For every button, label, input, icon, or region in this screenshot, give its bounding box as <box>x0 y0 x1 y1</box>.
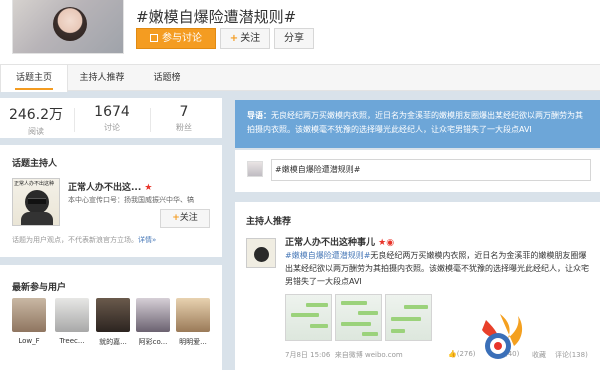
compose-input[interactable]: #嫩模自爆险遭潜规则# <box>271 159 591 181</box>
host-avatar[interactable]: 正常人办不出这种 <box>12 178 60 226</box>
topic-cover-image <box>12 0 124 54</box>
topic-hashtag-link[interactable]: #嫩模自爆险遭潜规则# <box>285 251 370 260</box>
like-count-value: (276) <box>456 350 476 358</box>
divider <box>74 108 75 132</box>
plus-icon: + <box>229 33 239 44</box>
follow-host-label: 关注 <box>179 213 198 223</box>
topic-header: #嫩模自爆险遭潜规则# 参与讨论 + 关注 分享 <box>0 0 600 64</box>
divider <box>150 108 151 132</box>
post-image-thumb[interactable] <box>285 294 332 341</box>
avatar <box>176 298 210 332</box>
tab-topic-home[interactable]: 话题主页 <box>0 65 68 92</box>
avatar <box>12 298 46 332</box>
tab-topic-ranking-label: 话题榜 <box>153 73 181 83</box>
stat-reads: 246.2万阅读 <box>6 104 66 137</box>
stat-reads-label: 阅读 <box>28 127 44 136</box>
comment-link[interactable]: 评论(138) <box>555 350 588 360</box>
avatar <box>247 161 263 177</box>
favorite-link[interactable]: 收藏 <box>532 350 546 360</box>
share-button[interactable]: 分享 <box>274 28 314 49</box>
like-icon: 👍 <box>448 350 457 358</box>
join-discussion-label: 参与讨论 <box>162 33 202 44</box>
host-avatar-caption: 正常人办不出这种 <box>14 181 55 187</box>
compose-area: #嫩模自爆险遭潜规则# <box>235 150 600 192</box>
join-discussion-button[interactable]: 参与讨论 <box>136 28 216 49</box>
user-name: 阿彩co... <box>138 338 168 346</box>
disclaimer-details-link[interactable]: 详情» <box>138 236 156 244</box>
tab-host-recommend[interactable]: 主持人推荐 <box>68 65 136 91</box>
avatar <box>96 298 130 332</box>
user-item[interactable]: 明明爱... <box>176 298 210 347</box>
user-name: 就的嘉... <box>99 338 127 346</box>
avatar <box>136 298 170 332</box>
post-image-thumb[interactable] <box>335 294 382 341</box>
host-avatar-body <box>21 212 53 225</box>
user-name: 明明爱... <box>179 338 207 346</box>
tab-topic-ranking[interactable]: 话题榜 <box>136 65 198 91</box>
post-meta: 7月8日 15:06 来自微博 weibo.com <box>285 350 403 360</box>
stat-fans: 7 粉丝 <box>154 104 214 133</box>
stat-reads-value: 246.2万 <box>8 107 64 123</box>
like-count[interactable]: 👍(276) <box>448 350 476 358</box>
avatar[interactable] <box>246 238 276 268</box>
topic-intro: 导语：无良经纪两万买嫩模内衣照，近日名为金溪菲的嫩模朋友圈爆出某经纪欲以两万酬劳… <box>235 100 600 148</box>
user-item[interactable]: Low_F <box>12 298 46 345</box>
tab-topic-home-label: 话题主页 <box>15 73 52 83</box>
avatar <box>55 298 89 332</box>
post-text: #嫩模自爆险遭潜规则#无良经纪两万买嫩模内衣照，近日名为金溪菲的嫩模朋友圈爆出某… <box>285 249 591 288</box>
post-author-link[interactable]: 正常人办不出这种事儿 ★◉ <box>285 235 394 248</box>
user-name: Low_F <box>18 337 40 345</box>
intro-label: 导语： <box>247 111 271 120</box>
user-item[interactable]: Treec... <box>55 298 89 345</box>
share-label: 分享 <box>284 33 304 44</box>
user-item[interactable]: 阿彩co... <box>136 298 170 347</box>
user-name: Treec... <box>59 337 85 345</box>
host-description: 本中心宣传口号：扬我国威振兴中华、犒 <box>68 196 194 204</box>
stats-panel: 246.2万阅读 1674 讨论 7 粉丝 <box>0 98 222 138</box>
post-time[interactable]: 7月8日 15:06 <box>285 351 330 359</box>
stat-discussions-label: 讨论 <box>104 123 120 132</box>
follow-topic-button[interactable]: + 关注 <box>220 28 270 49</box>
watermark-logo-icon <box>482 314 523 359</box>
host-avatar-face <box>25 190 49 214</box>
disclaimer-note: 话题为用户观点，不代表新浪官方立场。详情» <box>12 235 156 245</box>
tab-host-recommend-label: 主持人推荐 <box>79 73 125 83</box>
stat-fans-label: 粉丝 <box>176 123 192 132</box>
verified-star-icon: ★ <box>144 183 153 193</box>
edit-icon <box>150 34 158 42</box>
user-item[interactable]: 就的嘉... <box>96 298 130 347</box>
post-image-thumb[interactable] <box>385 294 432 341</box>
topic-tabs: 话题主页 主持人推荐 话题榜 <box>0 64 600 92</box>
stat-fans-value: 7 <box>179 104 189 120</box>
host-recommend-title: 主持人推荐 <box>246 217 292 227</box>
post-source: 来自微博 weibo.com <box>334 351 403 359</box>
topic-title: #嫩模自爆险遭潜规则# <box>136 8 297 26</box>
host-recommend-panel: 主持人推荐 正常人办不出这种事儿 ★◉ #嫩模自爆险遭潜规则#无良经纪两万买嫩模… <box>235 202 600 370</box>
intro-text: 无良经纪两万买嫩模内衣照，近日名为金溪菲的嫩模朋友圈爆出某经纪欲以两万酬劳为其拍… <box>247 111 583 134</box>
plus-icon: + <box>172 213 180 223</box>
latest-users-title: 最新参与用户 <box>12 283 67 293</box>
disclaimer-text: 话题为用户观点，不代表新浪官方立场。 <box>12 236 138 244</box>
post-author: 正常人办不出这种事儿 <box>285 238 376 248</box>
host-name: 正常人办不出这... <box>68 183 142 193</box>
follow-host-button[interactable]: +关注 <box>160 209 210 228</box>
host-name-link[interactable]: 正常人办不出这... ★ <box>68 180 152 193</box>
host-panel-title: 话题主持人 <box>12 159 58 169</box>
stat-discussions-value: 1674 <box>94 104 130 120</box>
follow-topic-label: 关注 <box>240 33 261 44</box>
badge-icon: ◉ <box>386 238 395 248</box>
stat-discussions: 1674 讨论 <box>82 104 142 133</box>
